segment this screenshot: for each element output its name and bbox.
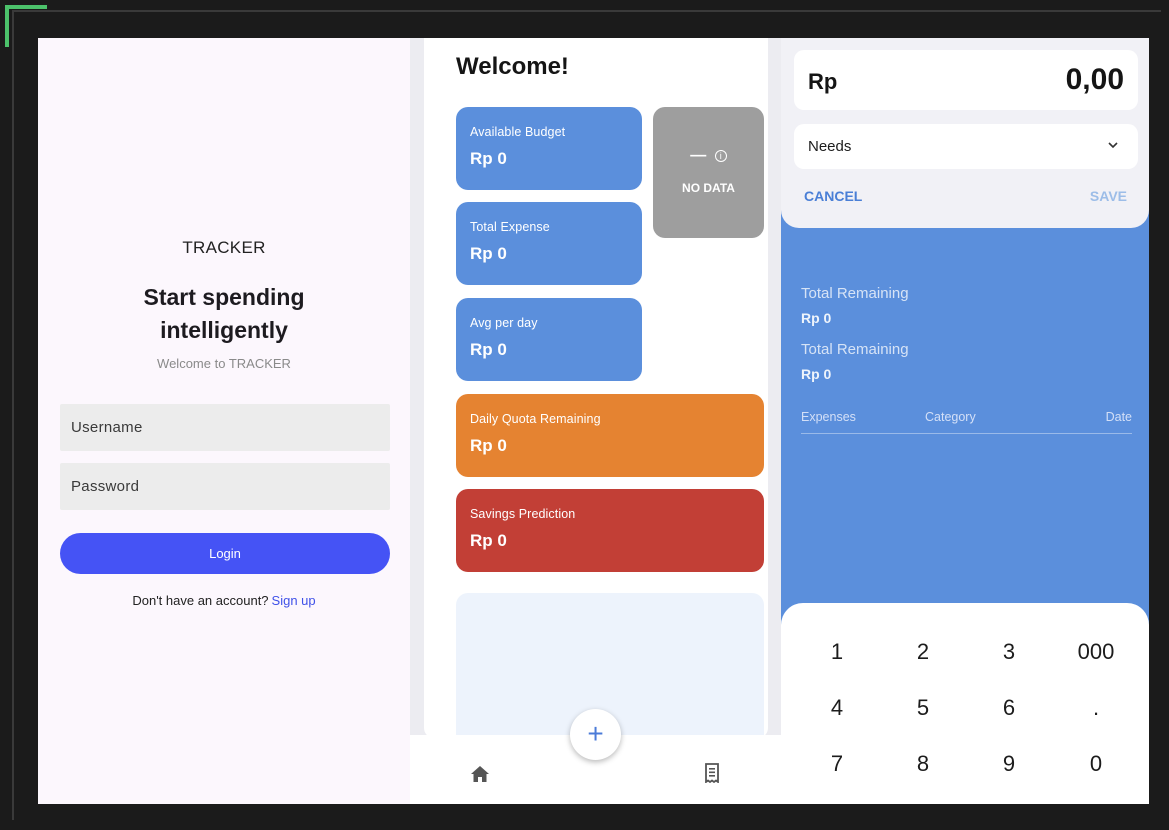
card-label: Available Budget (470, 125, 566, 139)
expense-entry-screen: Rp 0,00 Needs CANCEL SAVE Total Remainin… (781, 38, 1149, 804)
login-headline: Start spending intelligently (38, 281, 410, 347)
key-0[interactable]: 0 (1053, 751, 1139, 777)
key-2[interactable]: 2 (880, 639, 966, 665)
card-value: Rp 0 (470, 244, 507, 263)
signup-prompt-row: Don't have an account? Sign up (38, 593, 410, 608)
expense-table-header: Expenses Category Date (801, 410, 1132, 434)
no-data-indicator: — i (653, 147, 764, 165)
save-button[interactable]: SAVE (1090, 188, 1127, 204)
card-value: Rp 0 (470, 149, 507, 168)
category-value: Needs (808, 138, 852, 155)
card-label: Avg per day (470, 316, 538, 330)
numeric-keypad: 1 2 3 000 4 5 6 . 7 8 9 0 (781, 603, 1149, 804)
key-5[interactable]: 5 (880, 695, 966, 721)
welcome-title: Welcome! (456, 53, 569, 80)
dashboard-screen: Welcome! Available Budget Rp 0 Total Exp… (410, 38, 781, 804)
app-brand: TRACKER (182, 238, 266, 257)
login-button[interactable]: Login (60, 533, 390, 574)
summary-item: Total Remaining Rp 0 (801, 341, 909, 382)
column-header-category: Category (925, 410, 976, 424)
chevron-down-icon (1108, 142, 1118, 149)
summary-label: Total Remaining (801, 285, 909, 302)
avg-per-day-card[interactable]: Avg per day Rp 0 (456, 298, 642, 381)
key-6[interactable]: 6 (966, 695, 1052, 721)
dashboard-sheet: Welcome! Available Budget Rp 0 Total Exp… (424, 38, 768, 753)
receipt-icon[interactable] (703, 763, 721, 783)
currency-label: Rp (808, 69, 838, 94)
amount-display[interactable]: Rp 0,00 (794, 50, 1138, 110)
signup-link[interactable]: Sign up (272, 593, 316, 608)
password-input[interactable]: Password (60, 463, 390, 510)
headline-line-1: Start spending (143, 284, 305, 310)
login-subtitle: Welcome to TRACKER (157, 356, 291, 371)
home-icon[interactable] (470, 765, 490, 783)
summary-item: Total Remaining Rp 0 (801, 285, 909, 326)
dash-icon: — (690, 147, 709, 164)
no-data-card[interactable]: — i NO DATA (653, 107, 764, 238)
info-icon[interactable]: i (714, 149, 727, 162)
signup-prompt: Don't have an account? (132, 593, 269, 608)
headline-line-2: intelligently (160, 317, 288, 343)
card-label: Daily Quota Remaining (470, 412, 601, 426)
key-7[interactable]: 7 (794, 751, 880, 777)
available-budget-card[interactable]: Available Budget Rp 0 (456, 107, 642, 190)
amount-value: 0,00 (1065, 63, 1124, 96)
card-value: Rp 0 (470, 436, 507, 455)
column-header-expenses: Expenses (801, 410, 856, 424)
key-9[interactable]: 9 (966, 751, 1052, 777)
summary-value: Rp 0 (801, 310, 832, 326)
key-1[interactable]: 1 (794, 639, 880, 665)
card-value: Rp 0 (470, 340, 507, 359)
key-decimal[interactable]: . (1053, 695, 1139, 721)
card-label: Savings Prediction (470, 507, 576, 521)
daily-quota-card[interactable]: Daily Quota Remaining Rp 0 (456, 394, 764, 477)
add-expense-button[interactable]: + (570, 709, 621, 760)
savings-prediction-card[interactable]: Savings Prediction Rp 0 (456, 489, 764, 572)
username-input[interactable]: Username (60, 404, 390, 451)
no-data-label: NO DATA (682, 181, 735, 195)
key-4[interactable]: 4 (794, 695, 880, 721)
cancel-button[interactable]: CANCEL (804, 188, 862, 204)
summary-label: Total Remaining (801, 341, 909, 358)
key-8[interactable]: 8 (880, 751, 966, 777)
category-select[interactable]: Needs (794, 124, 1138, 169)
card-value: Rp 0 (470, 531, 507, 550)
column-header-date: Date (1105, 410, 1132, 424)
entry-form-sheet: Rp 0,00 Needs CANCEL SAVE (781, 38, 1149, 228)
key-000[interactable]: 000 (1053, 639, 1139, 665)
key-3[interactable]: 3 (966, 639, 1052, 665)
summary-value: Rp 0 (801, 366, 832, 382)
card-label: Total Expense (470, 220, 550, 234)
total-expense-card[interactable]: Total Expense Rp 0 (456, 202, 642, 285)
login-screen: TRACKER Start spending intelligently Wel… (38, 38, 410, 804)
